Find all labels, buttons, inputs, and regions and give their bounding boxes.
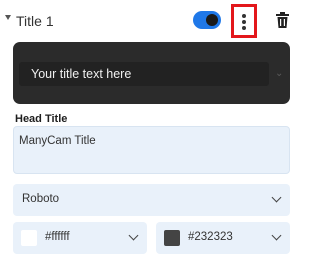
text-color-value: #ffffff (45, 231, 70, 243)
more-vert-icon (242, 14, 246, 18)
toggle-knob (206, 14, 218, 26)
text-color-picker[interactable]: #ffffff (13, 222, 147, 254)
chevron-down-icon (128, 230, 139, 241)
chevron-down-icon (271, 192, 282, 203)
more-vert-icon-dot (242, 20, 246, 24)
font-family-select[interactable]: Roboto (13, 184, 290, 216)
background-color-value: #232323 (188, 231, 233, 243)
trash-icon[interactable] (276, 12, 289, 28)
chevron-down-icon (271, 230, 282, 241)
head-title-label: Head Title (15, 113, 68, 125)
title-preview-panel: Your title text here ⌄ (13, 42, 290, 104)
title-preview-text: Your title text here (31, 67, 132, 81)
visibility-toggle[interactable] (193, 11, 221, 29)
text-color-swatch[interactable] (21, 230, 37, 246)
caret-down-icon[interactable] (5, 15, 11, 20)
title-preview-field: Your title text here (19, 62, 269, 86)
layer-title[interactable]: Title 1 (16, 13, 54, 29)
background-color-swatch[interactable] (164, 230, 180, 246)
chevron-down-icon: ⌄ (275, 68, 284, 79)
title-layer-header: Title 1 (0, 0, 300, 42)
background-color-picker[interactable]: #232323 (156, 222, 290, 254)
more-vert-icon-dot (242, 26, 246, 30)
font-family-value: Roboto (22, 193, 60, 205)
head-title-input[interactable]: ManyCam Title (13, 126, 290, 174)
more-options-button[interactable] (231, 4, 257, 38)
